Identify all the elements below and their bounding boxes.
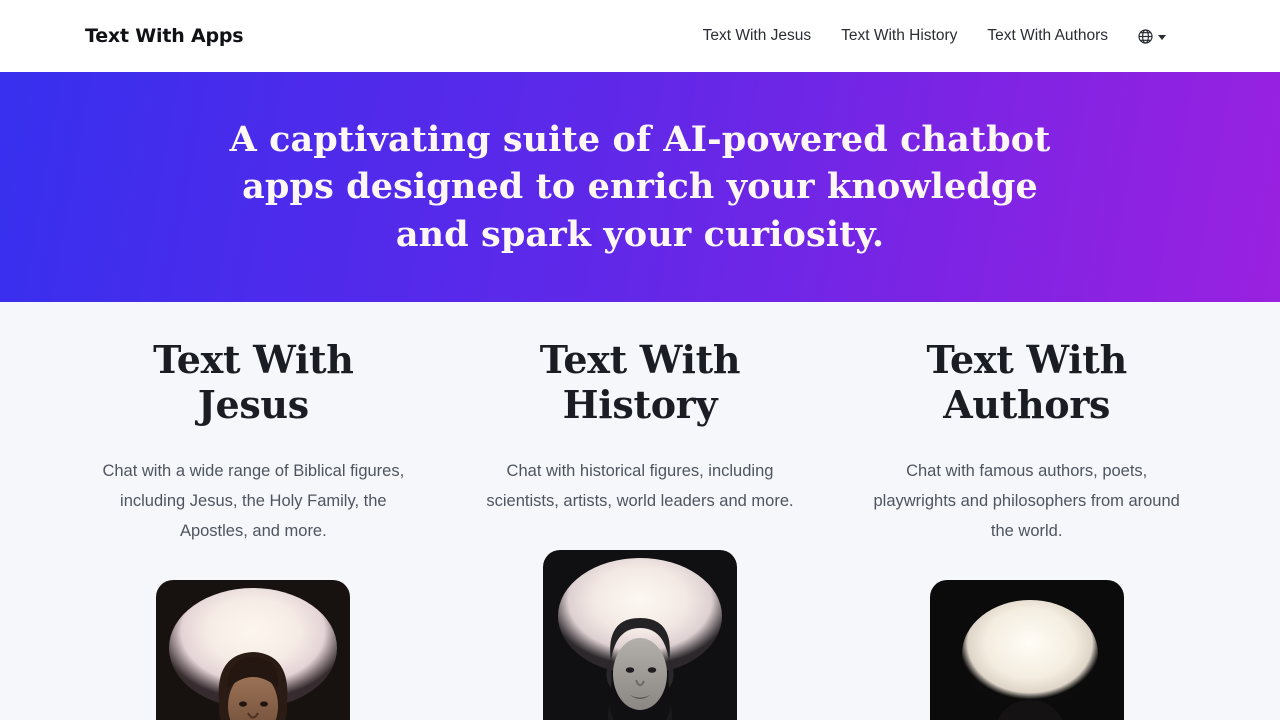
top-navbar: Text With Apps Text With Jesus Text With… bbox=[0, 0, 1280, 72]
chevron-down-icon bbox=[1158, 34, 1166, 40]
app-card-authors[interactable]: Text With Authors Chat with famous autho… bbox=[833, 337, 1220, 720]
author-portrait-image[interactable] bbox=[929, 579, 1124, 720]
language-switcher[interactable] bbox=[1123, 22, 1174, 51]
app-card-description: Chat with famous authors, poets, playwri… bbox=[873, 461, 1180, 540]
brand-logo[interactable]: Text With Apps bbox=[85, 25, 244, 47]
app-card-description: Chat with a wide range of Biblical figur… bbox=[102, 461, 405, 540]
app-card-jesus[interactable]: Text With Jesus Chat with a wide range o… bbox=[60, 337, 447, 720]
jesus-portrait-image[interactable] bbox=[156, 579, 351, 720]
hero-banner: A captivating suite of AI-powered chatbo… bbox=[0, 72, 1280, 302]
nav-link-text-with-authors[interactable]: Text With Authors bbox=[972, 22, 1123, 50]
globe-icon bbox=[1137, 28, 1154, 45]
nav-link-text-with-history[interactable]: Text With History bbox=[826, 22, 972, 50]
nav-link-text-with-jesus[interactable]: Text With Jesus bbox=[688, 22, 827, 50]
nav-links: Text With Jesus Text With History Text W… bbox=[688, 22, 1174, 51]
hero-title: A captivating suite of AI-powered chatbo… bbox=[229, 118, 1051, 255]
app-card-title: Text With Authors bbox=[926, 337, 1127, 427]
app-card-history[interactable]: Text With History Chat with historical f… bbox=[447, 337, 834, 720]
app-cards-section: Text With Jesus Chat with a wide range o… bbox=[0, 302, 1280, 720]
historical-figure-portrait-image[interactable] bbox=[543, 549, 737, 720]
app-card-title: Text With Jesus bbox=[153, 337, 354, 427]
app-card-description: Chat with historical figures, including … bbox=[486, 461, 794, 510]
app-card-title: Text With History bbox=[539, 337, 741, 427]
